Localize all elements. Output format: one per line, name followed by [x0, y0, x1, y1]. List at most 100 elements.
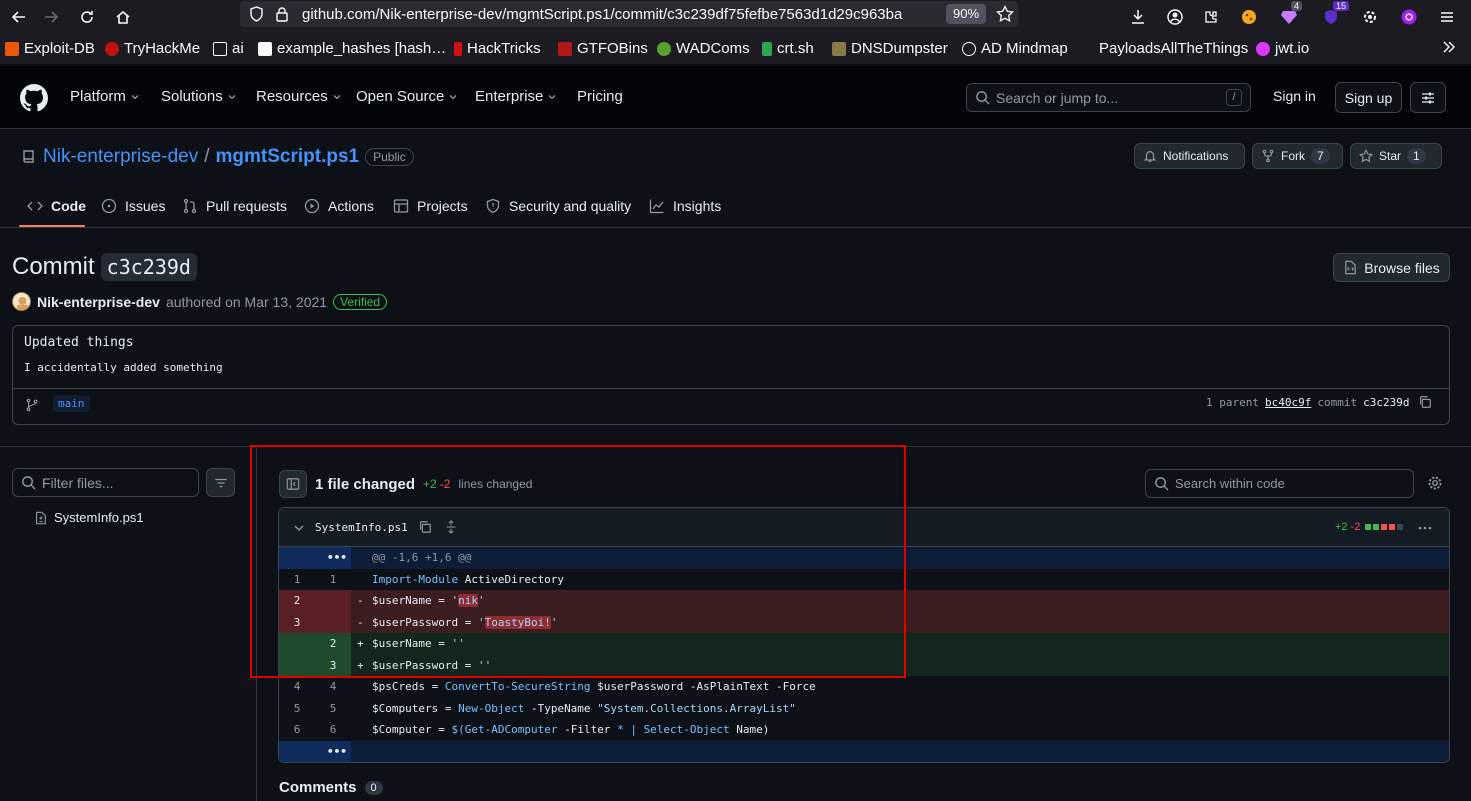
forward-icon[interactable]	[38, 4, 64, 30]
back-icon[interactable]	[6, 4, 32, 30]
hamburger-menu-button[interactable]	[1410, 82, 1446, 113]
copy-icon[interactable]	[1418, 395, 1432, 409]
diff-filename[interactable]: SystemInfo.ps1	[315, 521, 408, 534]
account-icon[interactable]	[1162, 4, 1188, 30]
nav-resources[interactable]: Resources	[256, 88, 342, 105]
section-divider	[0, 446, 1471, 447]
gear-extension-icon[interactable]	[1357, 4, 1383, 30]
sliders-icon	[1422, 92, 1434, 103]
tab-projects[interactable]: Projects	[393, 186, 468, 226]
bookmark-ai[interactable]: ai	[213, 40, 244, 57]
expand-up-button[interactable]: •••	[327, 547, 347, 569]
file-code-icon	[1345, 260, 1357, 275]
bookmark-example-hashes[interactable]: example_hashes [hash…	[258, 40, 446, 57]
star-icon	[1359, 149, 1373, 163]
nav-platform[interactable]: Platform	[70, 88, 140, 105]
browse-files-button[interactable]: Browse files	[1333, 253, 1450, 282]
tab-pull-requests[interactable]: Pull requests	[182, 186, 287, 226]
purple-extension-icon[interactable]	[1396, 4, 1422, 30]
notifications-button[interactable]: Notifications	[1134, 143, 1245, 169]
bookmark-gtfobins[interactable]: GTFOBins	[558, 40, 648, 57]
extension-badge: 15	[1333, 1, 1350, 11]
bookmark-exploit-db[interactable]: Exploit-DB	[5, 40, 95, 57]
bookmark-tryhackme[interactable]: TryHackMe	[105, 40, 200, 57]
file-diff-header: SystemInfo.ps1 +2 -2	[279, 508, 1449, 547]
fork-button[interactable]: Fork 7	[1252, 143, 1343, 169]
nav-open-source[interactable]: Open Source	[356, 88, 458, 105]
commit-body: I accidentally added something	[24, 361, 223, 374]
commit-heading: Commit c3c239d	[12, 253, 197, 281]
filter-files-input[interactable]: Filter files...	[12, 468, 199, 497]
search-within-code-input[interactable]: Search within code	[1145, 469, 1414, 498]
nav-enterprise[interactable]: Enterprise	[475, 88, 557, 105]
bookmark-dnsdumpster[interactable]: DNSDumpster	[832, 40, 948, 57]
home-icon[interactable]	[110, 4, 136, 30]
wadcoms-icon	[657, 41, 671, 56]
nav-solutions[interactable]: Solutions	[161, 88, 237, 105]
bookmark-star-icon[interactable]	[996, 5, 1014, 23]
tab-issues[interactable]: Issues	[101, 186, 165, 226]
fork-count: 7	[1311, 148, 1330, 164]
expand-row: •••	[279, 740, 1449, 763]
tryhackme-icon	[105, 41, 119, 56]
sign-in-link[interactable]: Sign in	[1273, 88, 1316, 104]
shield-extension-icon[interactable]: 15	[1318, 1, 1350, 30]
repo-owner-link[interactable]: Nik-enterprise-dev	[43, 146, 198, 168]
bookmark-wadcoms[interactable]: WADComs	[657, 40, 750, 57]
extensions-icon[interactable]	[1198, 4, 1224, 30]
chevron-down-icon[interactable]	[293, 522, 305, 534]
url-bar[interactable]: github.com/Nik-enterprise-dev/mgmtScript…	[240, 1, 1018, 27]
star-button[interactable]: Star 1	[1350, 143, 1442, 169]
lines-changed-label: lines changed	[458, 477, 533, 491]
diff-line-context: 66 $Computer = $(Get-ADComputer -Filter …	[279, 719, 1449, 741]
tab-insights[interactable]: Insights	[649, 186, 721, 226]
parent-sha-link[interactable]: bc40c9f	[1265, 396, 1311, 409]
bookmark-jwt-io[interactable]: jwt.io	[1256, 40, 1309, 57]
more-bookmarks-icon[interactable]	[1442, 40, 1456, 54]
download-icon[interactable]	[1125, 4, 1151, 30]
search-input[interactable]: Search or jump to... /	[966, 83, 1251, 112]
filter-options-button[interactable]	[206, 468, 235, 497]
author-link[interactable]: Nik-enterprise-dev	[37, 294, 160, 310]
sidebar-collapse-icon	[286, 478, 300, 490]
lock-icon[interactable]	[275, 6, 289, 22]
bookmarks-bar: Exploit-DB TryHackMe ai example_hashes […	[0, 33, 1471, 65]
bookmark-payloadsallthethings[interactable]: PayloadsAllTheThings	[1080, 40, 1248, 57]
code-search-placeholder: Search within code	[1175, 476, 1285, 491]
diff-summary: 1 file changed +2 -2 lines changed	[279, 470, 532, 498]
sign-up-button[interactable]: Sign up	[1335, 82, 1402, 113]
diff-line-context: 11 Import-Module ActiveDirectory	[279, 569, 1449, 591]
kebab-menu-icon[interactable]	[1417, 520, 1433, 536]
copy-icon[interactable]	[418, 520, 432, 534]
cookie-extension-icon[interactable]	[1236, 4, 1262, 30]
zoom-level[interactable]: 90%	[946, 4, 987, 24]
nav-pricing[interactable]: Pricing	[577, 88, 623, 105]
chevron-down-icon	[333, 94, 341, 99]
hacktricks-icon	[454, 41, 462, 56]
expand-all-icon[interactable]	[444, 520, 458, 534]
branch-name[interactable]: main	[53, 395, 90, 412]
gear-icon[interactable]	[1427, 475, 1443, 491]
active-tab-indicator	[19, 225, 85, 227]
tab-actions[interactable]: Actions	[304, 186, 374, 226]
expand-down-button[interactable]: •••	[327, 741, 347, 763]
shield-icon[interactable]	[249, 6, 264, 22]
avatar[interactable]	[12, 292, 31, 311]
branch-icon	[25, 398, 39, 412]
url-text[interactable]: github.com/Nik-enterprise-dev/mgmtScript…	[302, 6, 930, 23]
file-tree-item[interactable]: SystemInfo.ps1	[34, 510, 144, 525]
bookmark-hacktricks[interactable]: HackTricks	[454, 40, 541, 57]
menu-icon[interactable]	[1434, 4, 1460, 30]
github-logo-icon[interactable]	[20, 84, 48, 112]
gem-extension-icon[interactable]: 4	[1276, 1, 1303, 30]
repo-separator: /	[204, 146, 210, 167]
tab-security[interactable]: Security and quality	[485, 186, 631, 226]
toggle-sidebar-button[interactable]	[279, 470, 307, 498]
bookmark-ad-mindmap[interactable]: AD Mindmap	[962, 40, 1068, 57]
repo-name-link[interactable]: mgmtScript.ps1	[216, 146, 360, 168]
verified-badge[interactable]: Verified	[333, 293, 388, 310]
bookmark-crt-sh[interactable]: crt.sh	[762, 40, 814, 57]
tab-code[interactable]: Code	[27, 186, 86, 226]
table-icon	[393, 199, 409, 213]
reload-icon[interactable]	[74, 4, 100, 30]
